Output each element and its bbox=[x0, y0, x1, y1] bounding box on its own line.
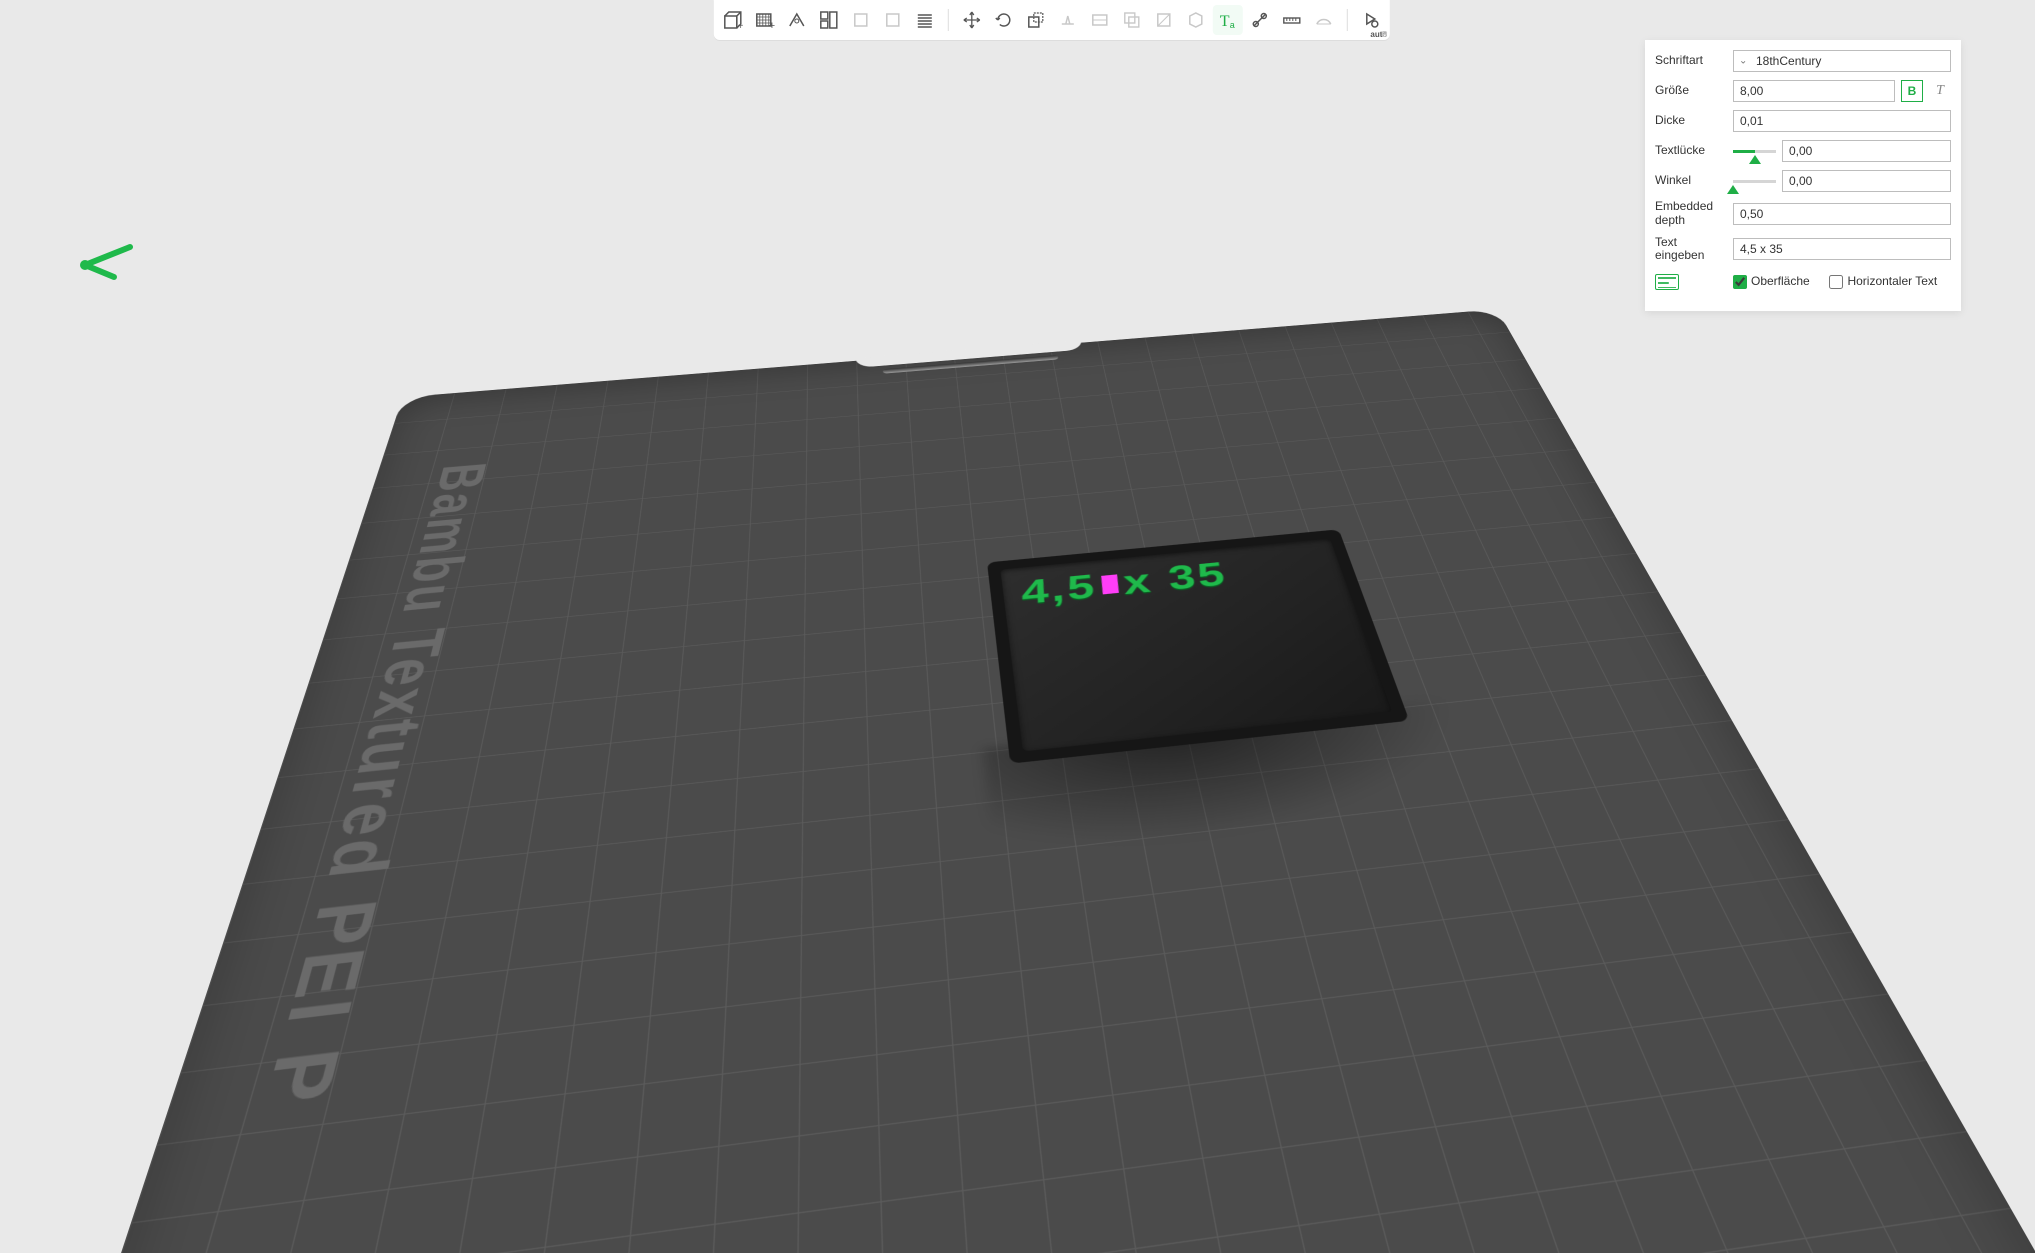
thickness-input[interactable] bbox=[1733, 110, 1951, 132]
move-tool-button[interactable] bbox=[956, 5, 986, 35]
split-part-button: P bbox=[877, 5, 907, 35]
text-tool-button[interactable]: Ta bbox=[1212, 5, 1242, 35]
keyboard-icon[interactable] bbox=[1655, 274, 1679, 290]
text-input-label: Text eingeben bbox=[1655, 236, 1727, 264]
main-toolbar: + + auto O P Ta bbox=[713, 0, 1389, 40]
scale-tool-button[interactable] bbox=[1020, 5, 1050, 35]
build-plate[interactable]: Bambu Textured PEI P 4,5x 35 bbox=[0, 309, 2035, 1253]
svg-text:+: + bbox=[737, 21, 742, 30]
assembly-view-button bbox=[1308, 5, 1338, 35]
ruler-tool-button[interactable] bbox=[1276, 5, 1306, 35]
svg-text:T: T bbox=[1219, 13, 1229, 30]
axis-indicator bbox=[80, 225, 140, 280]
text-content-input[interactable] bbox=[1733, 238, 1951, 260]
text-cursor bbox=[1101, 574, 1119, 594]
auto-orient-button[interactable]: auto bbox=[781, 5, 811, 35]
surface-checkbox-label: Oberfläche bbox=[1751, 275, 1810, 289]
angle-input[interactable] bbox=[1782, 170, 1951, 192]
toolbar-separator bbox=[1346, 9, 1347, 31]
split-object-button: O bbox=[845, 5, 875, 35]
bold-toggle[interactable]: B bbox=[1901, 80, 1923, 102]
size-label: Größe bbox=[1655, 84, 1727, 98]
add-plate-button[interactable]: + bbox=[749, 5, 779, 35]
arrange-button[interactable] bbox=[813, 5, 843, 35]
italic-toggle[interactable]: T bbox=[1929, 80, 1951, 102]
measure-tool-button[interactable] bbox=[1244, 5, 1274, 35]
text-gap-label: Textlücke bbox=[1655, 144, 1727, 158]
font-select[interactable] bbox=[1733, 50, 1951, 72]
svg-text:a: a bbox=[1229, 20, 1234, 30]
variable-layer-button[interactable] bbox=[909, 5, 939, 35]
embossed-text-right: x 35 bbox=[1121, 435, 1235, 480]
thickness-label: Dicke bbox=[1655, 114, 1727, 128]
horizontal-text-checkbox-label: Horizontaler Text bbox=[1847, 275, 1937, 289]
lay-flat-button bbox=[1052, 5, 1082, 35]
surface-checkbox-input[interactable] bbox=[1733, 275, 1747, 289]
text-properties-panel: Schriftart ⌄ Größe B T Dicke Textlücke W… bbox=[1645, 40, 1961, 311]
plate-label: Bambu Textured PEI P bbox=[240, 460, 499, 1113]
angle-slider[interactable] bbox=[1733, 170, 1776, 192]
embedded-depth-label: Embedded depth bbox=[1655, 200, 1727, 228]
support-paint-button bbox=[1148, 5, 1178, 35]
surface-checkbox[interactable]: Oberfläche bbox=[1733, 275, 1823, 289]
svg-text:+: + bbox=[768, 20, 774, 30]
font-label: Schriftart bbox=[1655, 54, 1727, 68]
size-input[interactable] bbox=[1733, 80, 1895, 102]
model-part[interactable]: 4,5x 35 bbox=[1000, 538, 1392, 751]
mesh-boolean-button bbox=[1116, 5, 1146, 35]
angle-label: Winkel bbox=[1655, 174, 1727, 188]
toolbar-separator bbox=[947, 9, 948, 31]
horizontal-text-checkbox[interactable]: Horizontaler Text bbox=[1829, 275, 1951, 289]
embedded-depth-input[interactable] bbox=[1733, 203, 1951, 225]
text-gap-input[interactable] bbox=[1782, 140, 1951, 162]
cut-tool-button bbox=[1084, 5, 1114, 35]
horizontal-text-checkbox-input[interactable] bbox=[1829, 275, 1843, 289]
plate-handle-slot bbox=[882, 355, 1058, 374]
embossed-text-left: 4,5 bbox=[1016, 447, 1097, 490]
text-gap-slider[interactable] bbox=[1733, 140, 1776, 162]
rotate-tool-button[interactable] bbox=[988, 5, 1018, 35]
add-primitive-button[interactable]: + bbox=[717, 5, 747, 35]
seam-paint-button bbox=[1180, 5, 1210, 35]
